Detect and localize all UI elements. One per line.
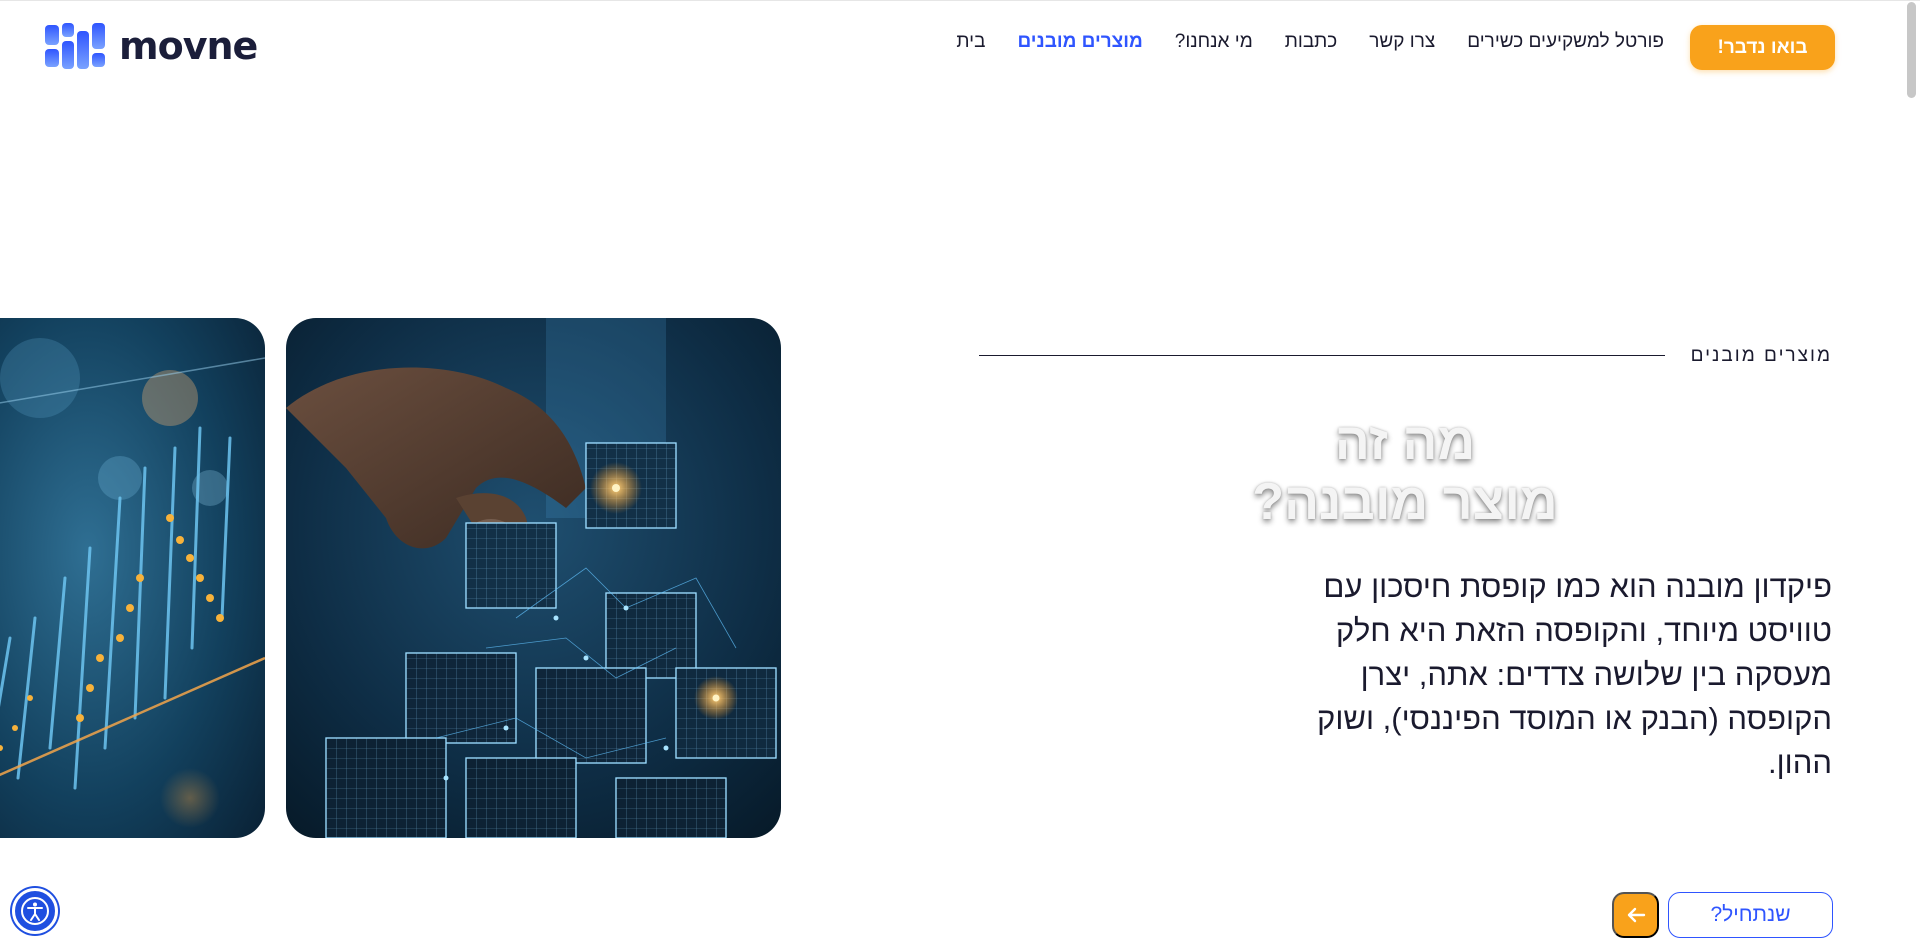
nav-item-about[interactable]: מי אנחנו?	[1175, 31, 1253, 53]
headline-line-1: מה זה	[1334, 413, 1476, 471]
nav-item-investor-portal[interactable]: פורטל למשקיעים כשירים	[1467, 31, 1664, 53]
logo[interactable]: movne	[45, 23, 258, 69]
headline-line-2: מוצר מובנה?	[1252, 473, 1558, 531]
nav-item-articles[interactable]: כתבות	[1285, 31, 1338, 53]
nav-item-contact[interactable]: צרו קשר	[1369, 31, 1435, 53]
lets-start-button[interactable]: שנתחיל?	[1668, 892, 1833, 938]
hand-stacking-cubes-image	[286, 318, 781, 838]
site-header: movne בית מוצרים מובנים מי אנחנו? כתבות …	[0, 0, 1920, 90]
nav-item-structured-products[interactable]: מוצרים מובנים	[1017, 31, 1142, 53]
page-title: מה זה מוצר מובנה?	[1150, 412, 1660, 532]
arrow-left-icon[interactable]	[1612, 892, 1659, 938]
section-tag: מוצרים מובנים	[1690, 345, 1832, 366]
intro-paragraph: פיקדון מובנה הוא כמו קופסת חיסכון עם טוו…	[1317, 569, 1832, 780]
accessibility-icon[interactable]	[12, 888, 58, 934]
page-scrollbar[interactable]	[1907, 2, 1916, 98]
nav-item-home[interactable]: בית	[956, 31, 985, 53]
section-divider	[979, 355, 1665, 356]
logo-mark-icon	[45, 23, 105, 69]
main-nav: בית מוצרים מובנים מי אנחנו? כתבות צרו קש…	[956, 31, 1664, 53]
finance-chart-image	[0, 318, 265, 838]
logo-text: movne	[119, 24, 258, 68]
lets-talk-button[interactable]: בואו נדבר!	[1690, 25, 1835, 70]
